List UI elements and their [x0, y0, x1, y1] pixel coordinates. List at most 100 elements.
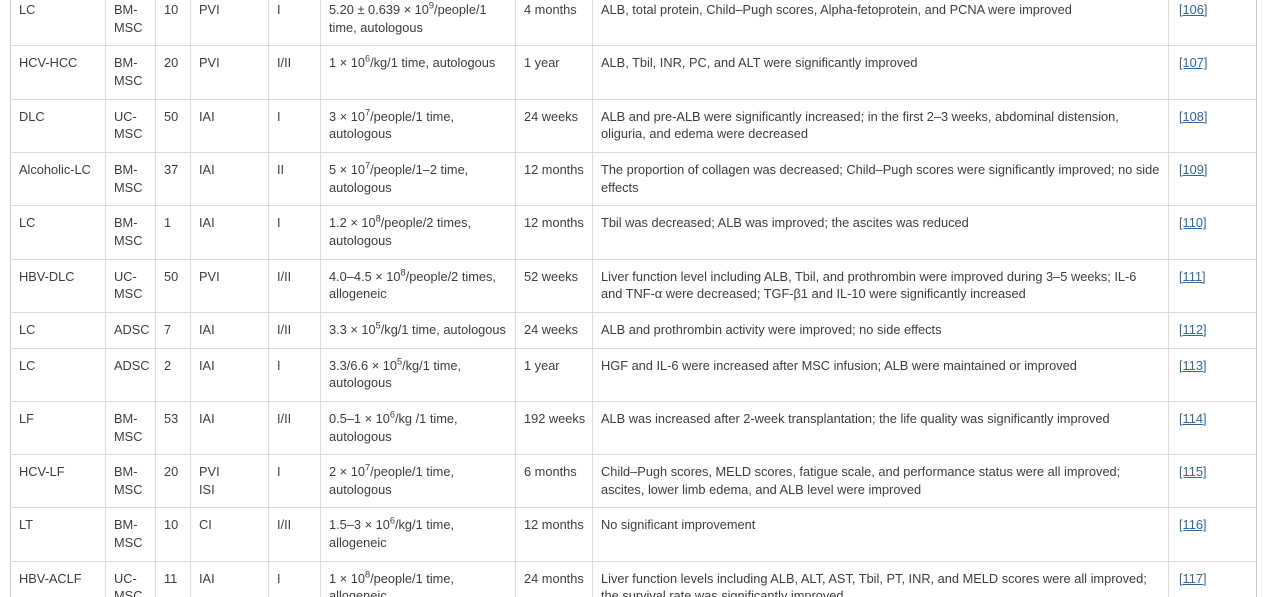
dosage-suffix: /kg/1 time, autologous: [370, 55, 496, 71]
dosage-mantissa: 2 × 10: [329, 464, 365, 480]
table-scroll-container[interactable]: LC BM-MSC 10 PVI I 5.20 ± 0.639 × 109/people/…: [0, 0, 1267, 597]
cell-phase: II: [268, 151, 321, 207]
reference-link[interactable]: [107]: [1179, 55, 1207, 70]
cell-dosage: 4.0–4.5 × 108/people/2 times, allogeneic: [320, 258, 516, 313]
cell-reference: [107]: [1168, 45, 1257, 100]
reference-link[interactable]: [110]: [1179, 215, 1207, 230]
cell-outcome: Liver function level including ALB, Tbil…: [592, 258, 1169, 313]
table-row: HBV-ACLF UC-MSC 11 IAI I 1 × 108/people/1 tim…: [10, 560, 1257, 597]
cell-phase: I/II: [268, 400, 321, 456]
dosage-mantissa: 1.2 × 10: [329, 215, 376, 231]
cell-cell-type: BM-MSC: [105, 400, 156, 456]
cell-outcome: The proportion of collagen was decreased…: [592, 151, 1169, 207]
cell-number: 20: [155, 454, 191, 509]
cell-disease: LC: [10, 205, 106, 260]
cell-route: IAI: [190, 560, 269, 597]
cell-outcome: ALB and prothrombin activity were improv…: [592, 311, 1169, 349]
cell-reference: [115]: [1168, 454, 1257, 509]
cell-phase: I/II: [268, 45, 321, 100]
cell-disease: LC: [10, 0, 106, 47]
cell-route: PVI: [190, 45, 269, 100]
cell-route: IAI: [190, 400, 269, 456]
reference-link[interactable]: [114]: [1179, 411, 1207, 426]
cell-number: 11: [155, 560, 191, 597]
cell-route: CI: [190, 507, 269, 562]
reference-link[interactable]: [117]: [1179, 571, 1207, 586]
cell-phase: I: [268, 205, 321, 260]
cell-outcome: Child–Pugh scores, MELD scores, fatigue …: [592, 454, 1169, 509]
cell-phase: I: [268, 560, 321, 597]
cell-dosage: 5.20 ± 0.639 × 109/people/1 time, autolo…: [320, 0, 516, 47]
cell-outcome: No significant improvement: [592, 507, 1169, 562]
cell-outcome: HGF and IL-6 were increased after MSC in…: [592, 347, 1169, 402]
cell-reference: [111]: [1168, 258, 1257, 313]
cell-duration: 12 months: [515, 205, 593, 260]
cell-reference: [116]: [1168, 507, 1257, 562]
cell-disease: LC: [10, 347, 106, 402]
table-row: LC ADSC 2 IAI I 3.3/6.6 × 105/kg/1 time, auto…: [10, 347, 1257, 402]
cell-dosage: 1 × 108/people/1 time, allogeneic: [320, 560, 516, 597]
cell-number: 7: [155, 311, 191, 349]
cell-dosage: 3.3 × 105/kg/1 time, autologous: [320, 311, 516, 349]
reference-link[interactable]: [115]: [1179, 464, 1207, 479]
cell-disease: Alcoholic-LC: [10, 151, 106, 207]
dosage-mantissa: 3.3/6.6 × 10: [329, 357, 397, 373]
cell-cell-type: UC-MSC: [105, 98, 156, 153]
cell-outcome: Tbil was decreased; ALB was improved; th…: [592, 205, 1169, 260]
cell-duration: 12 months: [515, 507, 593, 562]
table-row: LC BM-MSC 10 PVI I 5.20 ± 0.639 × 109/people/…: [10, 0, 1257, 47]
cell-disease: HBV-ACLF: [10, 560, 106, 597]
cell-route: PVI: [190, 258, 269, 313]
dosage-mantissa: 1 × 10: [329, 55, 365, 71]
cell-route: PVI ISI: [190, 454, 269, 509]
clinical-trials-table: LC BM-MSC 10 PVI I 5.20 ± 0.639 × 109/people/…: [10, 0, 1257, 597]
cell-dosage: 3 × 107/people/1 time, autologous: [320, 98, 516, 153]
cell-cell-type: BM-MSC: [105, 507, 156, 562]
cell-number: 1: [155, 205, 191, 260]
cell-number: 20: [155, 45, 191, 100]
cell-route: IAI: [190, 98, 269, 153]
cell-disease: LC: [10, 311, 106, 349]
cell-reference: [106]: [1168, 0, 1257, 47]
cell-phase: I: [268, 0, 321, 47]
dosage-mantissa: 3 × 10: [329, 108, 365, 124]
table-row: LC ADSC 7 IAI I/II 3.3 × 105/kg/1 time, autol…: [10, 311, 1257, 349]
cell-disease: HCV-HCC: [10, 45, 106, 100]
cell-cell-type: ADSC: [105, 311, 156, 349]
cell-cell-type: BM-MSC: [105, 45, 156, 100]
cell-reference: [117]: [1168, 560, 1257, 597]
cell-outcome: ALB was increased after 2-week transplan…: [592, 400, 1169, 456]
reference-link[interactable]: [111]: [1179, 269, 1206, 284]
cell-cell-type: BM-MSC: [105, 0, 156, 47]
reference-link[interactable]: [109]: [1179, 162, 1207, 177]
reference-link[interactable]: [113]: [1179, 358, 1207, 373]
cell-dosage: 1.5–3 × 106/kg/1 time, allogeneic: [320, 507, 516, 562]
cell-duration: 4 months: [515, 0, 593, 47]
dosage-mantissa: 4.0–4.5 × 10: [329, 268, 401, 284]
reference-link[interactable]: [112]: [1179, 322, 1207, 337]
cell-dosage: 2 × 107/people/1 time, autologous: [320, 454, 516, 509]
dosage-mantissa: 0.5–1 × 10: [329, 410, 390, 426]
cell-duration: 6 months: [515, 454, 593, 509]
reference-link[interactable]: [108]: [1179, 109, 1207, 124]
cell-reference: [112]: [1168, 311, 1257, 349]
cell-dosage: 5 × 107/people/1–2 time, autologous: [320, 151, 516, 207]
dosage-mantissa: 5.20 ± 0.639 × 10: [329, 2, 429, 17]
cell-phase: I: [268, 98, 321, 153]
cell-cell-type: UC-MSC: [105, 258, 156, 313]
table-body: LC BM-MSC 10 PVI I 5.20 ± 0.639 × 109/people/…: [10, 0, 1257, 597]
cell-number: 37: [155, 151, 191, 207]
cell-dosage: 0.5–1 × 106/kg /1 time, autologous: [320, 400, 516, 456]
table-row: LC BM-MSC 1 IAI I 1.2 × 108/people/2 times, a…: [10, 205, 1257, 260]
cell-outcome: ALB, total protein, Child–Pugh scores, A…: [592, 0, 1169, 47]
cell-number: 50: [155, 258, 191, 313]
cell-disease: DLC: [10, 98, 106, 153]
reference-link[interactable]: [116]: [1179, 517, 1207, 532]
cell-disease: LT: [10, 507, 106, 562]
cell-disease: HBV-DLC: [10, 258, 106, 313]
cell-number: 50: [155, 98, 191, 153]
cell-number: 53: [155, 400, 191, 456]
cell-route: IAI: [190, 151, 269, 207]
reference-link[interactable]: [106]: [1179, 2, 1207, 17]
cell-reference: [110]: [1168, 205, 1257, 260]
